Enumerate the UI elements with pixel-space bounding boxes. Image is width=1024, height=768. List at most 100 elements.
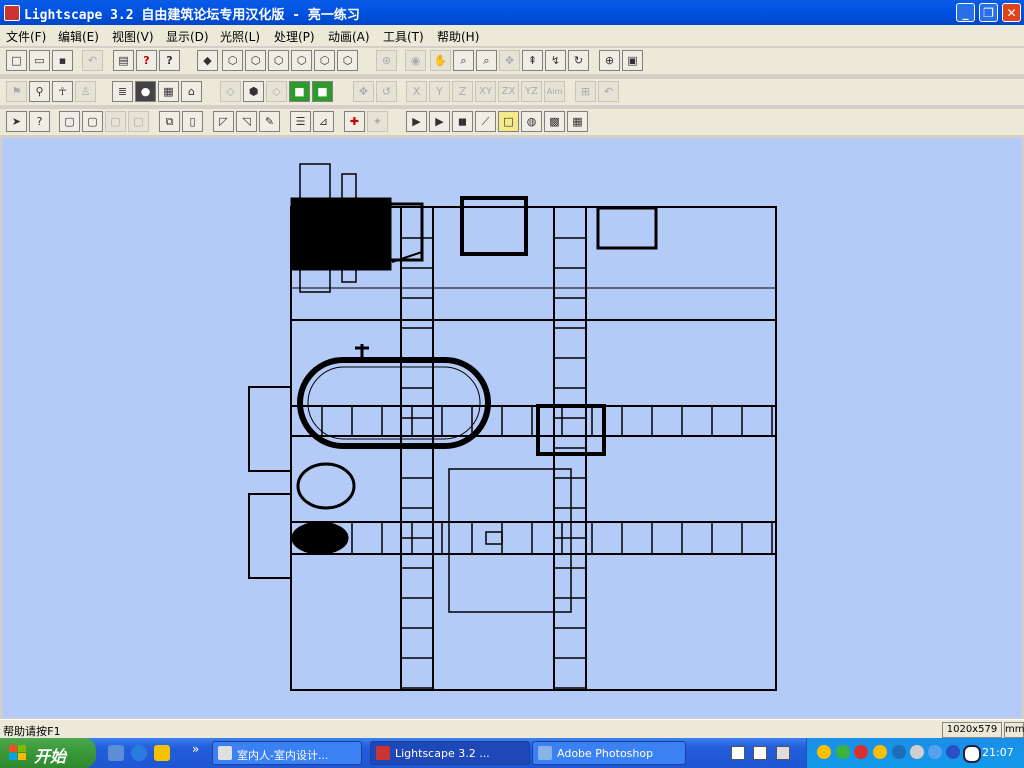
pan-button[interactable]: ✥ <box>499 50 520 71</box>
start-button[interactable]: 开始 <box>0 738 96 768</box>
outline-display-button[interactable]: ⬢ <box>243 81 264 102</box>
show-desktop-icon[interactable] <box>108 745 124 761</box>
roll-button[interactable]: ↯ <box>545 50 566 71</box>
walkthrough-button[interactable]: ⚲ <box>29 81 50 102</box>
qq-icon[interactable] <box>817 745 831 759</box>
context-help-button[interactable]: ? <box>159 50 180 71</box>
materials-button[interactable]: ● <box>135 81 156 102</box>
process-stop-button[interactable]: ◼ <box>452 111 473 132</box>
hidden-line-button[interactable]: ◇ <box>266 81 287 102</box>
plane-xy-button[interactable]: XY <box>475 81 496 102</box>
menu-display[interactable]: 显示(D) <box>166 28 209 45</box>
maximize-button[interactable]: ❐ <box>979 3 998 22</box>
qq-icon[interactable] <box>873 745 887 759</box>
input-method-icon[interactable] <box>776 746 790 760</box>
dolly-button[interactable]: ◉ <box>405 50 426 71</box>
cube-view-3-button[interactable]: ⬡ <box>268 50 289 71</box>
light-tool-button[interactable]: ✦ <box>367 111 388 132</box>
speaker-icon[interactable] <box>963 745 981 763</box>
deselect-window-button[interactable]: ▢ <box>105 111 126 132</box>
tray-app-icon[interactable] <box>836 745 850 759</box>
shaded-display-button[interactable]: ■ <box>312 81 333 102</box>
zoom-window-button[interactable]: ⌕ <box>453 50 474 71</box>
figure-button[interactable]: ♙ <box>75 81 96 102</box>
cube-view-2-button[interactable]: ⬡ <box>245 50 266 71</box>
menu-process[interactable]: 处理(P) <box>274 28 315 45</box>
select-object-button[interactable]: ◆ <box>197 50 218 71</box>
task-button-photoshop[interactable]: Adobe Photoshop <box>532 741 686 765</box>
zoom-extents-button[interactable]: ⊕ <box>599 50 620 71</box>
save-button[interactable]: ▪ <box>52 50 73 71</box>
render-animation-button[interactable]: ▦ <box>567 111 588 132</box>
orbit-button[interactable]: ⊛ <box>376 50 397 71</box>
render-image-button[interactable]: ▩ <box>544 111 565 132</box>
network-icon[interactable] <box>892 745 906 759</box>
walk-mode-button[interactable]: ☥ <box>52 81 73 102</box>
rotate-button[interactable]: ↻ <box>568 50 589 71</box>
internet-explorer-icon[interactable] <box>131 745 147 761</box>
cube-view-6-button[interactable]: ⬡ <box>337 50 358 71</box>
task-button-lightscape[interactable]: Lightscape 3.2 ... <box>370 741 530 765</box>
camera-button[interactable]: ⚑ <box>6 81 27 102</box>
axis-x-button[interactable]: X <box>406 81 427 102</box>
zoom-all-button[interactable]: ▣ <box>622 50 643 71</box>
select-window-button[interactable]: ▢ <box>59 111 80 132</box>
layers-button[interactable]: ≣ <box>112 81 133 102</box>
copy-button[interactable]: ⧉ <box>159 111 180 132</box>
keyboard-icon[interactable] <box>731 746 745 760</box>
tray-app-icon[interactable] <box>910 745 924 759</box>
select-crossing-button[interactable]: ▢ <box>82 111 103 132</box>
select-block-button[interactable]: ✎ <box>259 111 280 132</box>
ray-trace-button[interactable]: ⟋ <box>475 111 496 132</box>
help-button[interactable]: ? <box>136 50 157 71</box>
cube-view-4-button[interactable]: ⬡ <box>291 50 312 71</box>
render-globe-button[interactable]: ◍ <box>521 111 542 132</box>
print-button[interactable]: ▤ <box>113 50 134 71</box>
cube-view-1-button[interactable]: ⬡ <box>222 50 243 71</box>
tray-app-icon[interactable] <box>928 745 942 759</box>
list-button[interactable]: ☰ <box>290 111 311 132</box>
tray-app-icon[interactable] <box>946 745 960 759</box>
process-init-button[interactable]: ▶ <box>406 111 427 132</box>
blocks-button[interactable]: ▦ <box>158 81 179 102</box>
move-button[interactable]: ✥ <box>353 81 374 102</box>
task-button-interior-forum[interactable]: 室内人-室内设计... <box>212 741 362 765</box>
cube-view-5-button[interactable]: ⬡ <box>314 50 335 71</box>
menu-tools[interactable]: 工具(T) <box>383 28 424 45</box>
menu-file[interactable]: 文件(F) <box>6 28 46 45</box>
lamp-button[interactable]: ⌂ <box>181 81 202 102</box>
undo-button[interactable]: ↶ <box>82 50 103 71</box>
walk-button[interactable]: ✋ <box>430 50 451 71</box>
window-titlebar[interactable]: Lightscape 3.2 自由建筑论坛专用汉化版 - 亮一练习 _ ❐ ✕ <box>0 0 1024 25</box>
select-all-button[interactable]: ◸ <box>213 111 234 132</box>
help-tray-icon[interactable] <box>753 746 767 760</box>
menu-lighting[interactable]: 光照(L) <box>220 28 260 45</box>
select-surface-button[interactable]: ◹ <box>236 111 257 132</box>
close-button[interactable]: ✕ <box>1002 3 1021 22</box>
open-file-button[interactable]: ▭ <box>29 50 50 71</box>
deselect-crossing-button[interactable]: ▢ <box>128 111 149 132</box>
plane-yz-button[interactable]: YZ <box>521 81 542 102</box>
menu-animation[interactable]: 动画(A) <box>328 28 370 45</box>
menu-view[interactable]: 视图(V) <box>112 28 154 45</box>
query-button[interactable]: ? <box>29 111 50 132</box>
process-go-button[interactable]: ▶ <box>429 111 450 132</box>
spin-button[interactable]: ↺ <box>376 81 397 102</box>
axis-y-button[interactable]: Y <box>429 81 450 102</box>
wireframe-display-button[interactable]: ◇ <box>220 81 241 102</box>
quick-launch-more[interactable]: » <box>192 742 199 756</box>
menu-help[interactable]: 帮助(H) <box>437 28 479 45</box>
menu-edit[interactable]: 编辑(E) <box>58 28 99 45</box>
model-viewport[interactable] <box>2 138 1022 718</box>
filter-button[interactable]: ⊿ <box>313 111 334 132</box>
render-button[interactable]: □ <box>498 111 519 132</box>
aim-button[interactable]: Aim <box>544 81 565 102</box>
axis-z-button[interactable]: Z <box>452 81 473 102</box>
new-file-button[interactable]: □ <box>6 50 27 71</box>
lightscape-app-icon[interactable] <box>4 5 20 21</box>
select-pointer-button[interactable]: ➤ <box>6 111 27 132</box>
solid-display-button[interactable]: ■ <box>289 81 310 102</box>
zoom-button[interactable]: ⌕ <box>476 50 497 71</box>
minimize-button[interactable]: _ <box>956 3 975 22</box>
elevate-button[interactable]: ⇞ <box>522 50 543 71</box>
